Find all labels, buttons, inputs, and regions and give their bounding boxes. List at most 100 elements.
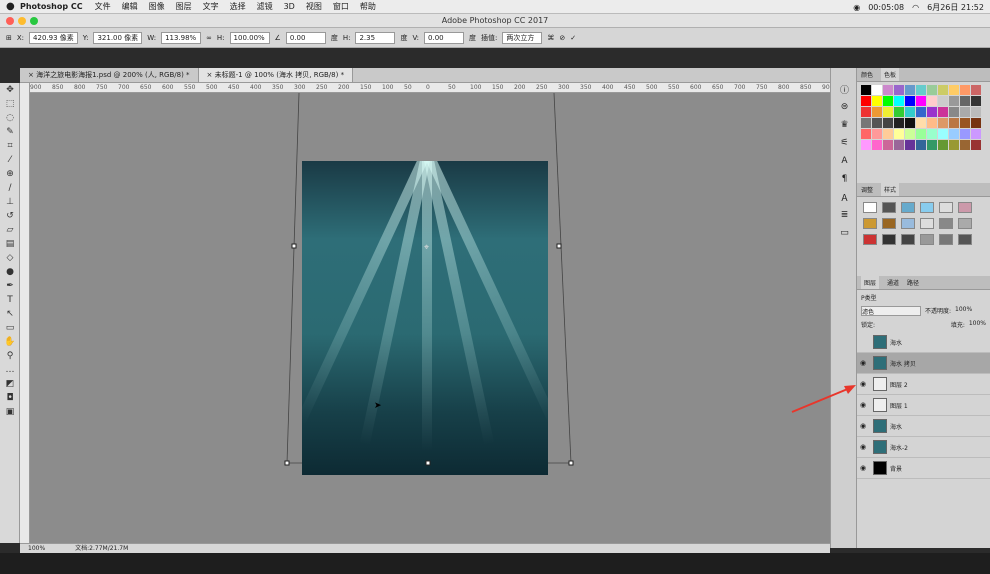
info-icon[interactable]: ⓘ xyxy=(831,80,858,98)
glyphs-icon[interactable]: Ａ xyxy=(831,188,858,206)
color-swatch[interactable] xyxy=(927,140,937,150)
fill-field[interactable]: 100% xyxy=(969,320,986,330)
color-swatch[interactable] xyxy=(905,140,915,150)
color-swatch[interactable] xyxy=(949,85,959,95)
blend-mode-select[interactable]: 滤色 xyxy=(861,306,921,316)
visibility-eye-icon[interactable]: ◉ xyxy=(860,422,870,430)
color-swatch[interactable] xyxy=(960,85,970,95)
style-swatch[interactable] xyxy=(863,218,877,229)
style-swatch[interactable] xyxy=(958,218,972,229)
style-swatch[interactable] xyxy=(939,218,953,229)
color-swatch[interactable] xyxy=(894,96,904,106)
style-swatch[interactable] xyxy=(920,218,934,229)
color-swatch[interactable] xyxy=(916,129,926,139)
color-swatch[interactable] xyxy=(938,96,948,106)
color-swatch[interactable] xyxy=(861,85,871,95)
tab-channels[interactable]: 通道 xyxy=(887,278,899,287)
color-swatch[interactable] xyxy=(927,85,937,95)
transform-handle[interactable] xyxy=(425,460,431,466)
tab-styles[interactable]: 样式 xyxy=(881,183,900,196)
color-swatch[interactable] xyxy=(872,118,882,128)
style-swatch[interactable] xyxy=(920,202,934,213)
style-swatch[interactable] xyxy=(901,202,915,213)
layer-filter[interactable]: P类型 xyxy=(857,290,990,304)
color-swatch[interactable] xyxy=(949,96,959,106)
style-swatch[interactable] xyxy=(882,234,896,245)
color-swatch[interactable] xyxy=(960,118,970,128)
style-swatch[interactable] xyxy=(920,234,934,245)
color-swatch[interactable] xyxy=(971,85,981,95)
color-swatch[interactable] xyxy=(938,85,948,95)
color-swatch[interactable] xyxy=(872,140,882,150)
tab-adjustments[interactable]: 调整 xyxy=(861,185,873,194)
color-swatch[interactable] xyxy=(949,118,959,128)
style-swatch[interactable] xyxy=(863,202,877,213)
color-swatch[interactable] xyxy=(894,118,904,128)
color-swatch[interactable] xyxy=(971,129,981,139)
layer-row[interactable]: ◉ 海水 xyxy=(857,416,990,437)
visibility-eye-icon[interactable]: ◉ xyxy=(860,359,870,367)
zoom-level[interactable]: 100% xyxy=(28,544,45,553)
color-swatch[interactable] xyxy=(938,107,948,117)
color-swatch[interactable] xyxy=(883,85,893,95)
color-swatch[interactable] xyxy=(905,96,915,106)
opacity-field[interactable]: 100% xyxy=(955,306,972,316)
color-swatch[interactable] xyxy=(861,129,871,139)
style-swatch[interactable] xyxy=(882,218,896,229)
paragraph-icon[interactable]: ¶ xyxy=(831,170,858,188)
color-swatch[interactable] xyxy=(916,140,926,150)
color-swatch[interactable] xyxy=(949,107,959,117)
color-swatch[interactable] xyxy=(905,129,915,139)
style-swatch[interactable] xyxy=(901,234,915,245)
color-swatch[interactable] xyxy=(971,140,981,150)
tab-swatches[interactable]: 色板 xyxy=(881,68,900,81)
style-swatch[interactable] xyxy=(939,202,953,213)
color-swatch[interactable] xyxy=(949,129,959,139)
layer-row[interactable]: 海水 xyxy=(857,332,990,353)
color-swatch[interactable] xyxy=(927,129,937,139)
color-swatch[interactable] xyxy=(938,118,948,128)
color-swatch[interactable] xyxy=(960,140,970,150)
color-swatch[interactable] xyxy=(916,107,926,117)
visibility-eye-icon[interactable]: ◉ xyxy=(860,464,870,472)
color-swatch[interactable] xyxy=(883,107,893,117)
reference-point-icon[interactable]: ⌖ xyxy=(424,243,429,253)
transform-handle[interactable] xyxy=(284,460,290,466)
color-swatch[interactable] xyxy=(938,129,948,139)
color-swatch[interactable] xyxy=(861,118,871,128)
color-swatch[interactable] xyxy=(971,96,981,106)
color-swatch[interactable] xyxy=(883,129,893,139)
color-swatch[interactable] xyxy=(916,85,926,95)
color-swatch[interactable] xyxy=(894,129,904,139)
adjust-settings-icon[interactable]: ⚟ xyxy=(831,134,858,152)
color-swatch[interactable] xyxy=(971,107,981,117)
style-swatch[interactable] xyxy=(958,234,972,245)
layer-row[interactable]: ◉ 背景 xyxy=(857,458,990,479)
color-swatch[interactable] xyxy=(894,107,904,117)
style-swatch[interactable] xyxy=(901,218,915,229)
color-swatch[interactable] xyxy=(916,118,926,128)
visibility-eye-icon[interactable]: ◉ xyxy=(860,401,870,409)
visibility-eye-icon[interactable]: ◉ xyxy=(860,380,870,388)
color-swatch[interactable] xyxy=(949,140,959,150)
layer-row[interactable]: ◉ 图层 1 xyxy=(857,395,990,416)
visibility-eye-icon[interactable]: ◉ xyxy=(860,443,870,451)
color-swatch[interactable] xyxy=(883,118,893,128)
character-icon[interactable]: A xyxy=(831,152,858,170)
color-swatch[interactable] xyxy=(883,96,893,106)
tab-color[interactable]: 颜色 xyxy=(861,70,873,79)
color-swatch[interactable] xyxy=(905,107,915,117)
style-swatch[interactable] xyxy=(958,202,972,213)
color-swatch[interactable] xyxy=(971,118,981,128)
layer-comps-icon[interactable]: ≣ xyxy=(831,206,858,224)
color-swatch[interactable] xyxy=(938,140,948,150)
transform-handle[interactable] xyxy=(556,243,562,249)
style-swatch[interactable] xyxy=(863,234,877,245)
color-swatch[interactable] xyxy=(861,140,871,150)
layer-row[interactable]: ◉ 图层 2 xyxy=(857,374,990,395)
tab-layers[interactable]: 图层 xyxy=(861,276,880,289)
color-swatch[interactable] xyxy=(905,85,915,95)
layer-row[interactable]: ◉ 海水 拷贝 xyxy=(857,353,990,374)
style-swatch[interactable] xyxy=(939,234,953,245)
brush-preset-icon[interactable]: ♛ xyxy=(831,116,858,134)
